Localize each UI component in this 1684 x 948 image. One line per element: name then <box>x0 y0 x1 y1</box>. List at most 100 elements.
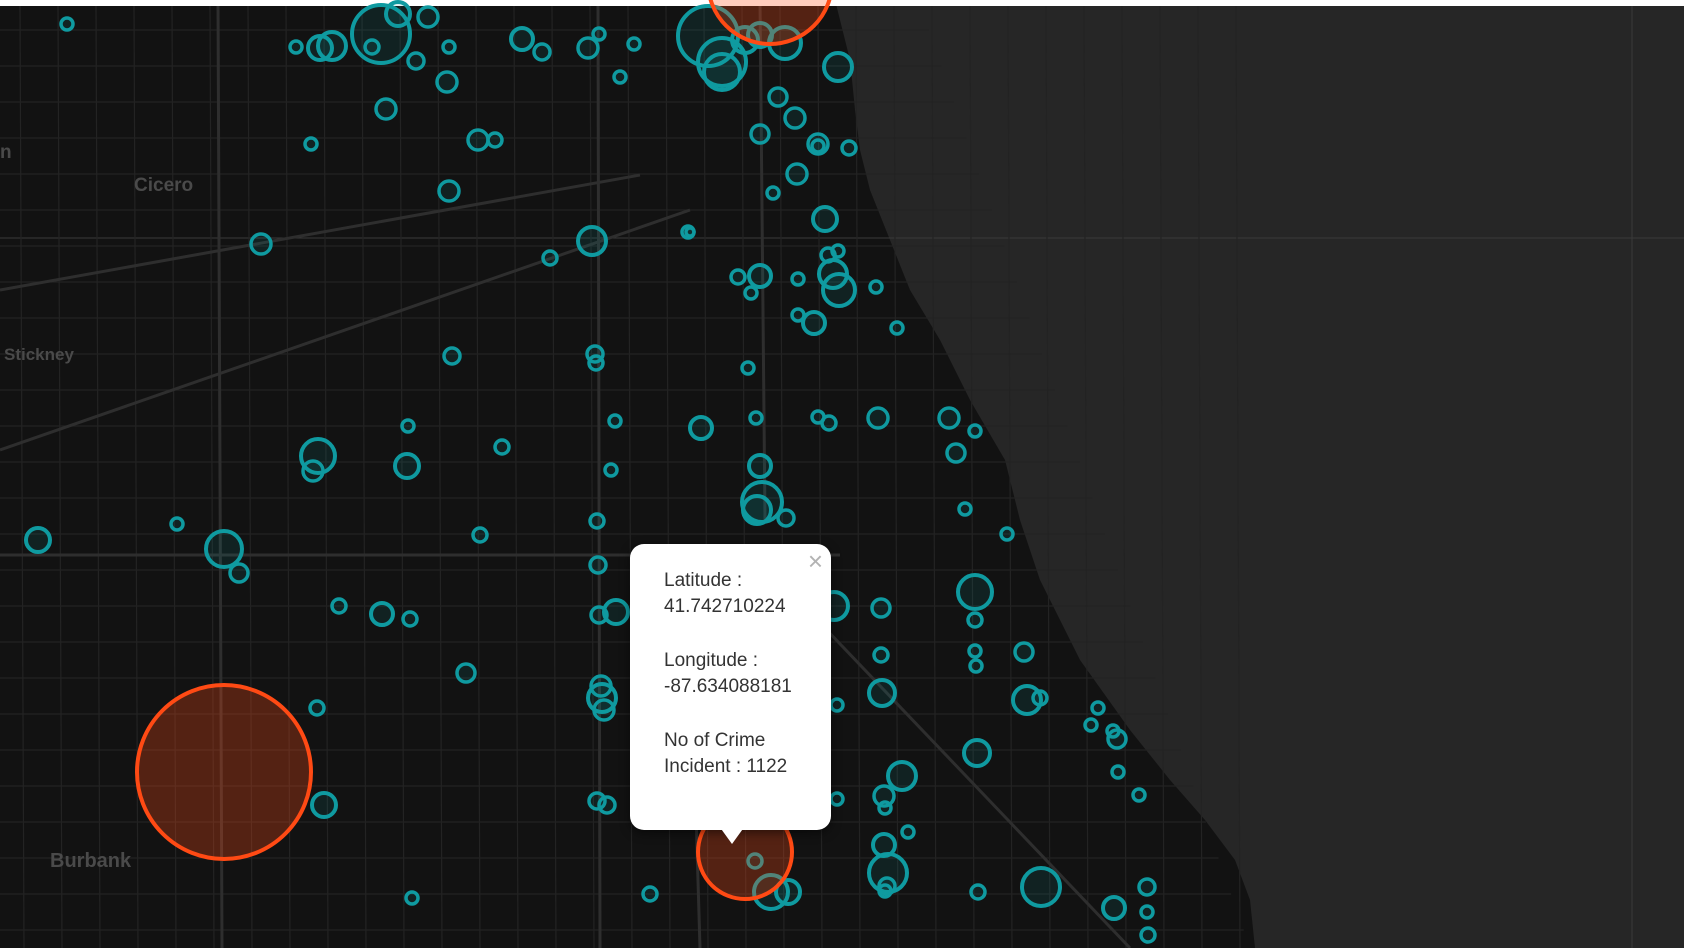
crime-marker-teal[interactable] <box>316 30 348 62</box>
crime-marker-teal[interactable] <box>603 462 619 478</box>
crime-marker-teal[interactable] <box>493 438 511 456</box>
crime-marker-teal[interactable] <box>249 232 273 256</box>
crime-marker-teal[interactable] <box>785 162 809 186</box>
crime-marker-teal[interactable] <box>889 320 905 336</box>
crime-marker-teal[interactable] <box>406 51 426 71</box>
crime-marker-teal[interactable] <box>310 791 338 819</box>
crime-marker-teal[interactable] <box>747 453 773 479</box>
crime-marker-teal[interactable] <box>384 0 412 28</box>
crime-marker-teal[interactable] <box>374 97 398 121</box>
crime-marker-teal[interactable] <box>968 658 984 674</box>
crime-marker-teal[interactable] <box>868 279 884 295</box>
crime-marker-teal[interactable] <box>404 890 420 906</box>
crime-marker-teal[interactable] <box>967 423 983 439</box>
crime-marker-teal[interactable] <box>435 70 459 94</box>
crime-marker-teal[interactable] <box>401 610 419 628</box>
crime-marker-teal[interactable] <box>1013 641 1035 663</box>
crime-marker-teal[interactable] <box>747 263 773 289</box>
crime-marker-teal[interactable] <box>820 414 838 432</box>
crime-marker-teal[interactable] <box>369 601 395 627</box>
crime-marker-teal[interactable] <box>437 179 461 203</box>
crime-marker-teal[interactable] <box>767 86 789 108</box>
crime-marker-teal[interactable] <box>587 354 605 372</box>
crime-marker-teal[interactable] <box>740 360 756 376</box>
crime-marker-teal[interactable] <box>486 131 504 149</box>
crime-marker-teal[interactable] <box>810 138 826 154</box>
crime-marker-teal[interactable] <box>999 526 1015 542</box>
crime-marker-teal[interactable] <box>688 415 714 441</box>
crime-marker-teal[interactable] <box>169 516 185 532</box>
crime-marker-teal[interactable] <box>830 243 846 259</box>
crime-marker-teal[interactable] <box>1031 689 1049 707</box>
crime-marker-teal[interactable] <box>962 738 992 768</box>
crime-marker-teal[interactable] <box>204 529 244 569</box>
crime-marker-teal[interactable] <box>588 512 606 530</box>
crime-marker-teal[interactable] <box>1101 895 1127 921</box>
crime-marker-teal[interactable] <box>607 413 623 429</box>
map-canvas[interactable]: Cicero Stickney Burbank n × Latitude : 4… <box>0 0 1684 948</box>
crime-marker-teal[interactable] <box>301 459 325 483</box>
crime-marker-teal[interactable] <box>1110 764 1126 780</box>
crime-marker-teal[interactable] <box>442 346 462 366</box>
crime-marker-teal[interactable] <box>801 310 827 336</box>
crime-marker-teal[interactable] <box>641 885 659 903</box>
crime-marker-teal[interactable] <box>466 128 490 152</box>
crime-marker-teal[interactable] <box>509 26 535 52</box>
crime-marker-teal[interactable] <box>591 26 607 42</box>
crime-marker-teal[interactable] <box>829 791 845 807</box>
crime-marker-teal[interactable] <box>330 597 348 615</box>
crime-marker-teal[interactable] <box>743 285 759 301</box>
crime-marker-teal[interactable] <box>576 225 608 257</box>
crime-marker-teal[interactable] <box>956 573 994 611</box>
crime-marker-teal[interactable] <box>541 249 559 267</box>
crime-marker-teal[interactable] <box>1106 728 1128 750</box>
crime-marker-teal[interactable] <box>877 800 893 816</box>
crime-marker-teal[interactable] <box>24 526 52 554</box>
crime-marker-teal[interactable] <box>966 611 984 629</box>
crime-marker-teal[interactable] <box>441 39 457 55</box>
crime-marker-teal[interactable] <box>748 410 764 426</box>
crime-marker-teal[interactable] <box>702 52 742 92</box>
crime-marker-teal[interactable] <box>870 597 892 619</box>
crime-marker-teal[interactable] <box>626 36 642 52</box>
crime-marker-teal[interactable] <box>588 555 608 575</box>
crime-marker-teal[interactable] <box>957 501 973 517</box>
crime-marker-teal[interactable] <box>765 185 781 201</box>
crime-marker-teal[interactable] <box>749 123 771 145</box>
crime-marker-teal[interactable] <box>776 508 796 528</box>
crime-marker-teal[interactable] <box>741 494 773 526</box>
crime-marker-teal[interactable] <box>393 452 421 480</box>
crime-marker-teal[interactable] <box>288 39 304 55</box>
crime-marker-teal[interactable] <box>729 268 747 286</box>
crime-marker-teal[interactable] <box>1137 877 1157 897</box>
crime-marker-teal[interactable] <box>821 272 857 308</box>
crime-marker-teal[interactable] <box>1090 700 1106 716</box>
crime-marker-orange[interactable] <box>135 683 313 861</box>
crime-marker-teal[interactable] <box>589 605 609 625</box>
crime-marker-teal[interactable] <box>1020 866 1062 908</box>
crime-marker-teal[interactable] <box>790 271 806 287</box>
crime-marker-teal[interactable] <box>228 562 250 584</box>
crime-marker-teal[interactable] <box>886 760 918 792</box>
crime-marker-teal[interactable] <box>532 42 552 62</box>
crime-marker-teal[interactable] <box>59 16 75 32</box>
crime-marker-teal[interactable] <box>308 699 326 717</box>
crime-marker-teal[interactable] <box>576 36 600 60</box>
crime-marker-teal[interactable] <box>969 883 987 901</box>
crime-marker-teal[interactable] <box>592 698 616 722</box>
crime-marker-teal[interactable] <box>400 418 416 434</box>
crime-marker-teal[interactable] <box>455 662 477 684</box>
crime-marker-teal[interactable] <box>867 678 897 708</box>
crime-marker-teal[interactable] <box>866 406 890 430</box>
crime-marker-teal[interactable] <box>1139 904 1155 920</box>
crime-marker-teal[interactable] <box>303 136 319 152</box>
crime-marker-teal[interactable] <box>1139 926 1157 944</box>
crime-marker-teal[interactable] <box>783 106 807 130</box>
map-svg[interactable]: Cicero Stickney Burbank n <box>0 0 1684 948</box>
crime-marker-teal[interactable] <box>877 883 893 899</box>
crime-marker-teal[interactable] <box>597 795 617 815</box>
crime-marker-teal[interactable] <box>416 5 440 29</box>
crime-marker-teal[interactable] <box>945 442 967 464</box>
crime-marker-teal[interactable] <box>840 139 858 157</box>
crime-marker-teal[interactable] <box>1131 787 1147 803</box>
